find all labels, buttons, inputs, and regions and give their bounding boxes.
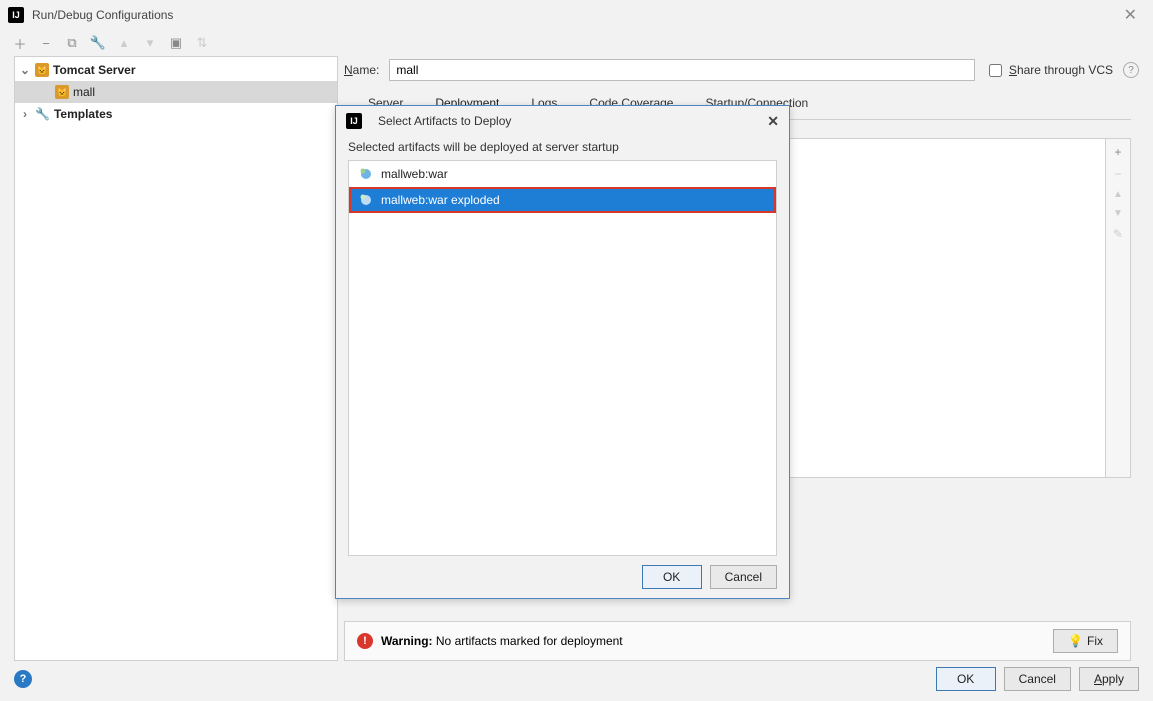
deployment-side-toolbar: + − ▲ ▼ ✎: [1105, 138, 1131, 478]
artifact-icon: [359, 193, 373, 207]
warning-label: Warning:: [381, 634, 433, 648]
add-config-button[interactable]: ＋: [12, 35, 28, 51]
config-name-input[interactable]: [389, 59, 975, 81]
tree-label: Tomcat Server: [53, 63, 135, 77]
tree-label: Templates: [54, 107, 112, 121]
tomcat-icon: 🐱: [35, 63, 49, 77]
remove-artifact-button[interactable]: −: [1114, 167, 1121, 181]
artifact-down-button[interactable]: ▼: [1113, 208, 1123, 219]
tree-item-mall[interactable]: 🐱 mall: [15, 81, 337, 103]
fix-button[interactable]: 💡Fix: [1053, 629, 1118, 653]
apply-button[interactable]: Apply: [1079, 667, 1139, 691]
folder-button[interactable]: ▣: [168, 35, 184, 51]
remove-config-button[interactable]: −: [38, 35, 54, 51]
dialog-close-button[interactable]: ✕: [767, 113, 779, 130]
tree-templates[interactable]: › 🔧 Templates: [15, 103, 337, 125]
tree-label: mall: [73, 85, 95, 99]
move-up-button[interactable]: ▴: [116, 35, 132, 51]
config-tree-pane: ⌄ 🐱 Tomcat Server 🐱 mall › 🔧 Templates: [14, 56, 338, 661]
artifact-up-button[interactable]: ▲: [1113, 189, 1123, 200]
tomcat-local-icon: 🐱: [55, 85, 69, 99]
artifact-item[interactable]: mallweb:war: [349, 161, 776, 187]
copy-config-button[interactable]: ⧉: [64, 35, 80, 51]
intellij-icon: IJ: [8, 7, 24, 23]
name-label: Name:: [344, 63, 379, 77]
window-close-button[interactable]: ✕: [1116, 1, 1145, 29]
warning-bar: ! Warning: No artifacts marked for deplo…: [344, 621, 1131, 661]
dialog-ok-button[interactable]: OK: [642, 565, 702, 589]
artifact-icon: [359, 167, 373, 181]
edit-config-button[interactable]: 🔧: [90, 35, 106, 51]
add-artifact-button[interactable]: +: [1114, 145, 1121, 159]
intellij-icon: IJ: [346, 113, 362, 129]
help-icon[interactable]: ?: [1123, 62, 1139, 78]
tree-tomcat-server[interactable]: ⌄ 🐱 Tomcat Server: [15, 59, 337, 81]
artifact-label: mallweb:war: [381, 167, 448, 181]
ok-button[interactable]: OK: [936, 667, 996, 691]
warning-icon: !: [357, 633, 373, 649]
dialog-cancel-button[interactable]: Cancel: [710, 565, 777, 589]
share-vcs-checkbox[interactable]: Share through VCS: [985, 61, 1113, 80]
edit-artifact-button[interactable]: ✎: [1113, 227, 1123, 241]
dialog-description: Selected artifacts will be deployed at s…: [336, 136, 789, 160]
expand-toggle-icon[interactable]: ⌄: [19, 63, 31, 77]
move-down-button[interactable]: ▾: [142, 35, 158, 51]
dialog-title: Select Artifacts to Deploy: [378, 114, 511, 128]
window-title: Run/Debug Configurations: [32, 8, 173, 22]
expand-toggle-icon[interactable]: ›: [19, 107, 31, 121]
artifact-item-selected[interactable]: mallweb:war exploded: [349, 187, 776, 213]
warning-text: No artifacts marked for deployment: [436, 634, 623, 648]
titlebar: IJ Run/Debug Configurations ✕: [0, 0, 1153, 30]
help-button[interactable]: ?: [14, 670, 32, 688]
artifact-label: mallweb:war exploded: [381, 193, 500, 207]
cancel-button[interactable]: Cancel: [1004, 667, 1071, 691]
select-artifacts-dialog: IJ Select Artifacts to Deploy ✕ Selected…: [335, 105, 790, 599]
wrench-icon: 🔧: [35, 107, 50, 121]
artifact-list: mallweb:war mallweb:war exploded: [348, 160, 777, 556]
config-toolbar: ＋ − ⧉ 🔧 ▴ ▾ ▣ ⇅: [0, 30, 1153, 56]
sort-button[interactable]: ⇅: [194, 35, 210, 51]
